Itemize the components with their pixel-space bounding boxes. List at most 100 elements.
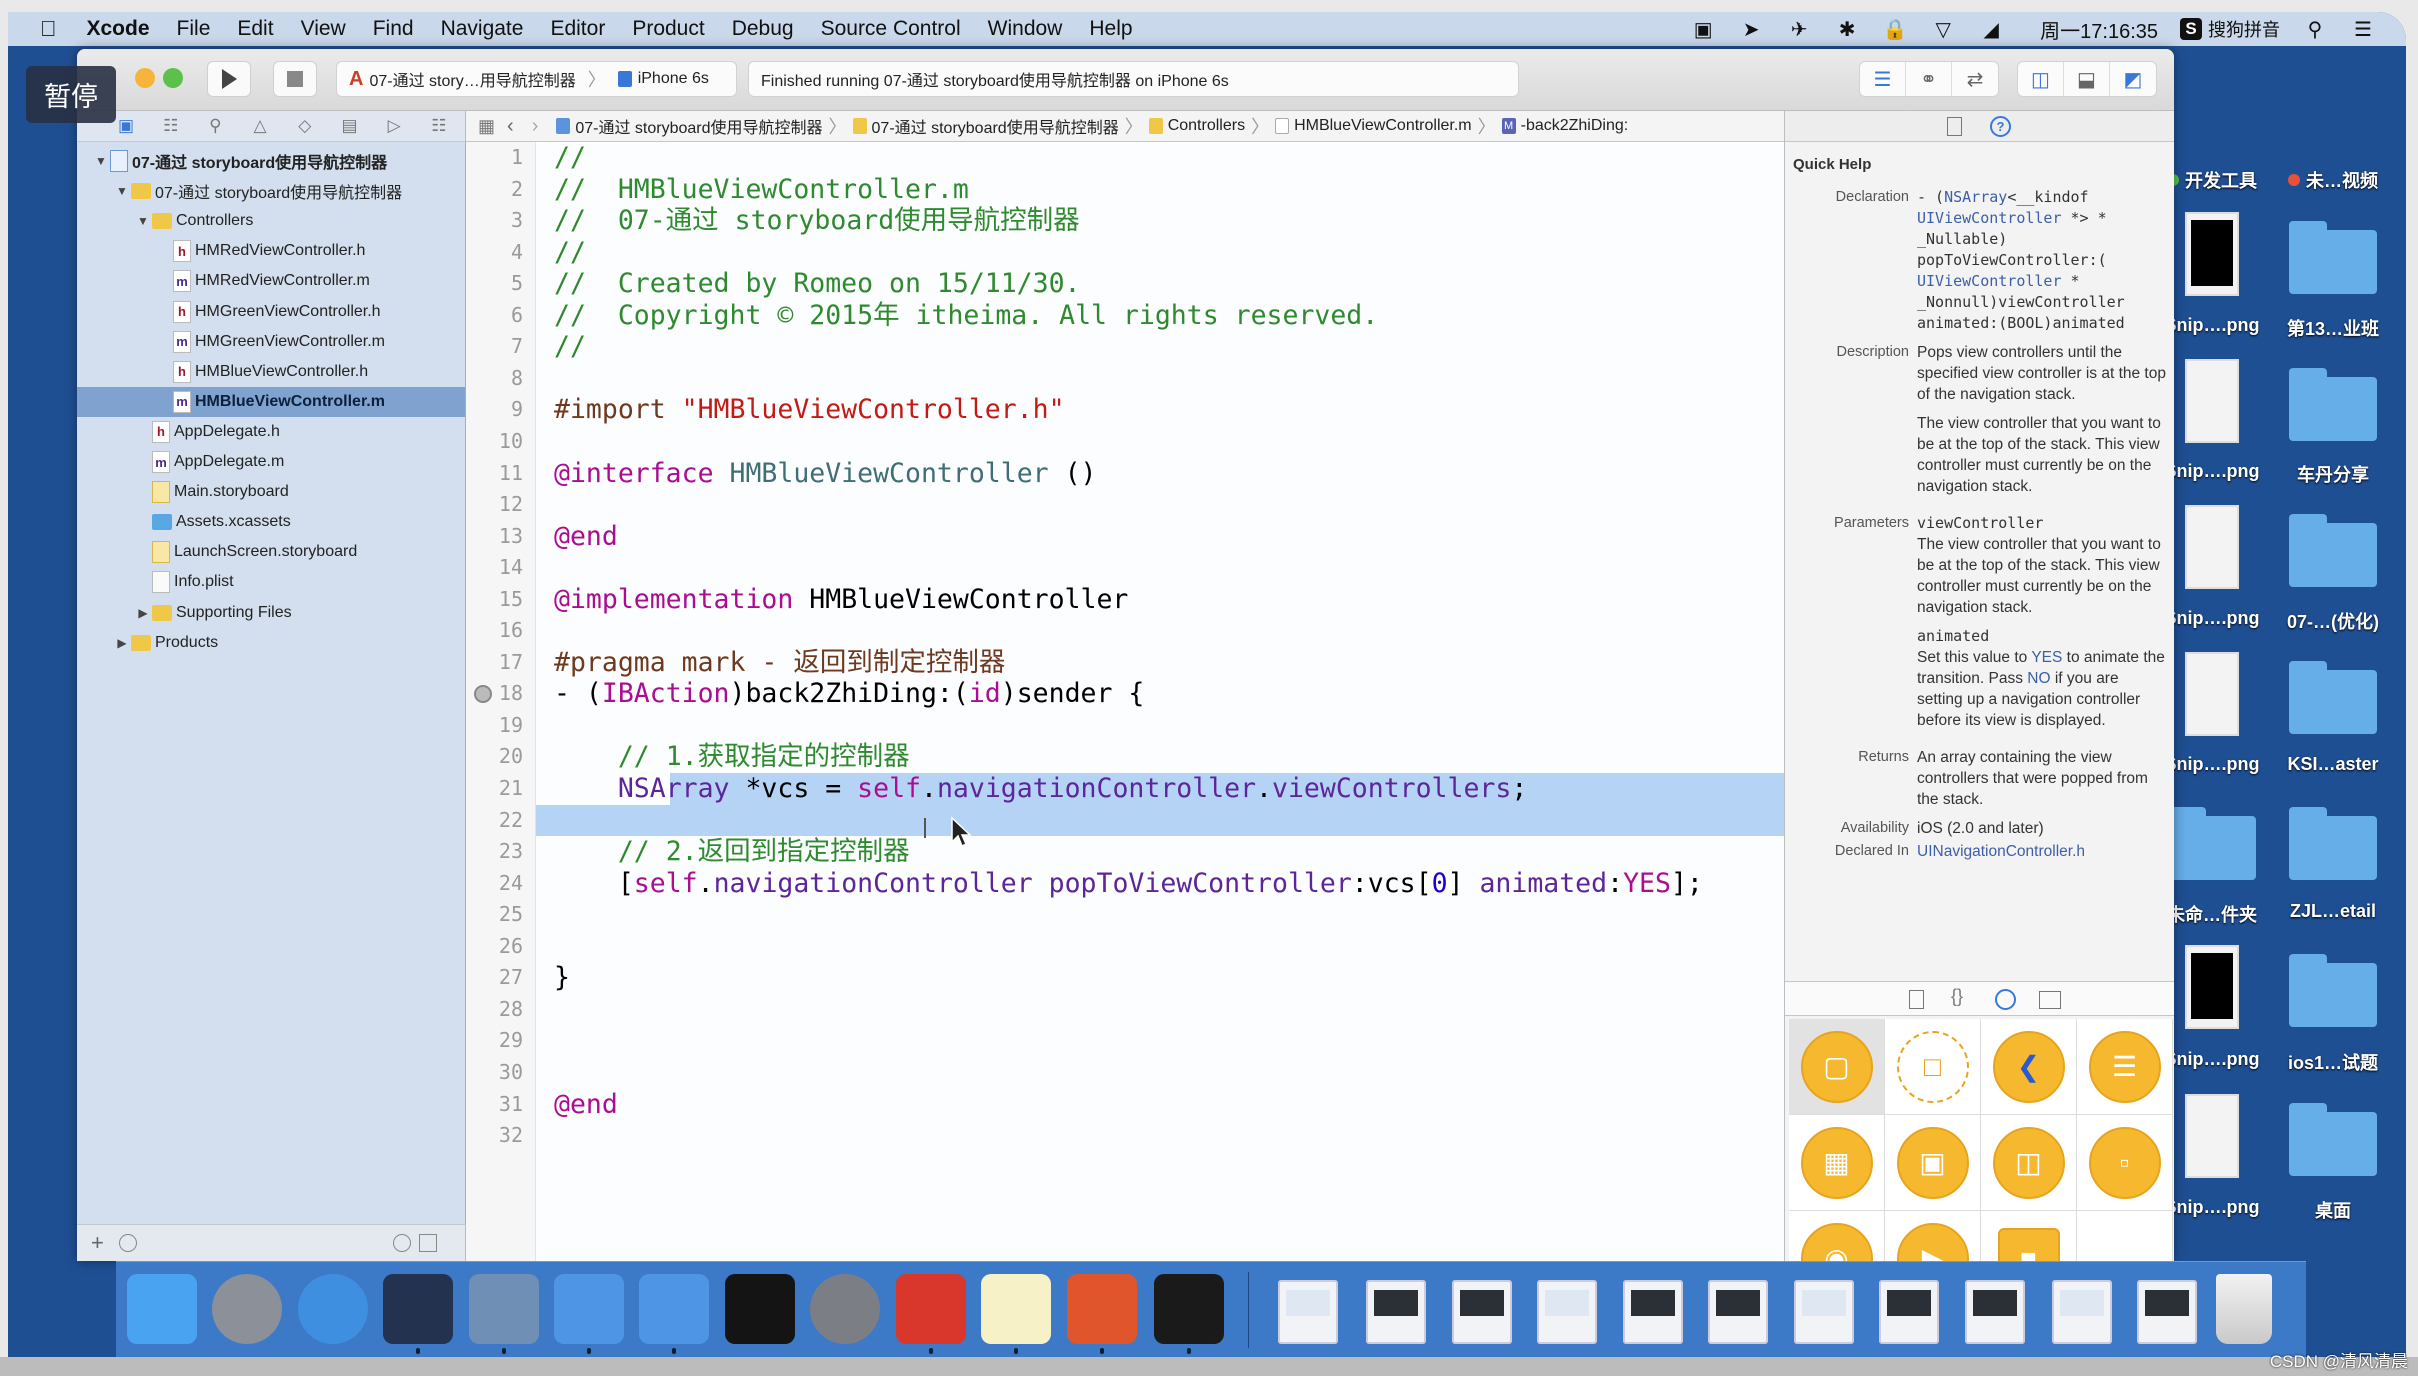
navigator-item[interactable]: h HMGreenViewController.h [77, 297, 465, 327]
location-icon[interactable]: ➤ [1738, 18, 1764, 41]
navigator-item[interactable]: Main.storyboard [77, 477, 465, 507]
find-navigator-icon[interactable]: ⚲ [204, 116, 226, 136]
disclosure-closed-icon[interactable]: ▶ [113, 636, 131, 650]
navigator-item[interactable]: m HMRedViewController.m [77, 266, 465, 296]
navigator-item[interactable]: h HMBlueViewController.h [77, 357, 465, 387]
input-method-menu[interactable]: S 搜狗拼音 [2180, 16, 2280, 42]
airplane-icon[interactable]: ✈ [1786, 18, 1812, 41]
screen-record-icon[interactable]: ▣ [1690, 18, 1716, 41]
library-item-view-controller[interactable]: ▢ [1789, 1019, 1885, 1115]
navigator-item[interactable]: m HMBlueViewController.m [77, 386, 465, 417]
menu-file[interactable]: File [177, 17, 211, 41]
navigator-item[interactable]: ▶ Supporting Files [77, 598, 465, 628]
breakpoint-navigator-icon[interactable]: ▷ [383, 116, 405, 136]
document-thumbnail[interactable] [1278, 1280, 1338, 1344]
notes-icon[interactable] [981, 1274, 1051, 1344]
apple-menu-icon[interactable]:  [40, 16, 57, 42]
navigator-item[interactable]: ▼ Controllers [77, 206, 465, 236]
breadcrumb-item[interactable]: 07-通过 storyboard使用导航控制器 [852, 114, 1119, 138]
menu-editor[interactable]: Editor [550, 17, 605, 41]
declaration-token[interactable]: UIViewController [1917, 272, 2062, 290]
symbol-navigator-icon[interactable]: ☷ [160, 116, 182, 136]
breadcrumb-item[interactable]: 07-通过 storyboard使用导航控制器 [556, 114, 823, 138]
report-navigator-icon[interactable]: ☷ [428, 116, 450, 136]
related-items-icon[interactable]: ▦ [478, 116, 495, 137]
standard-editor-icon[interactable]: ☰ [1860, 62, 1906, 96]
breadcrumb-item[interactable]: Controllers [1148, 117, 1245, 135]
document-thumbnail[interactable] [1452, 1280, 1512, 1344]
menu-source-control[interactable]: Source Control [821, 17, 961, 41]
debug-navigator-icon[interactable]: ▤ [339, 116, 361, 136]
code-line[interactable]: @end [554, 521, 618, 553]
object-library-icon[interactable] [1995, 989, 2016, 1010]
code-line[interactable]: // [554, 142, 586, 174]
scheme-selector[interactable]: A 07-通过 story…用导航控制器 〉 iPhone 6s [336, 61, 737, 97]
disclosure-open-icon[interactable]: ▼ [113, 184, 131, 198]
document-thumbnail[interactable] [2052, 1280, 2112, 1344]
declaration-token[interactable]: UIViewController [1917, 209, 2062, 227]
add-file-button[interactable]: + [91, 1230, 104, 1256]
pause-overlay[interactable]: 暂停 [26, 66, 116, 123]
terminal-icon[interactable] [725, 1274, 795, 1344]
document-thumbnail[interactable] [1537, 1280, 1597, 1344]
navigator-toggle-icon[interactable]: ◫ [2018, 62, 2064, 96]
breadcrumb-item[interactable]: M -back2ZhiDing: [1501, 117, 1628, 135]
code-line[interactable]: NSArray *vcs = self.navigationController… [554, 773, 1527, 805]
code-line[interactable]: // 1.获取指定的控制器 [554, 741, 910, 773]
library-item-page-view-controller[interactable]: ▫ [2077, 1115, 2173, 1211]
navigator-item[interactable]: Assets.xcassets [77, 507, 465, 537]
project-navigator-icon[interactable]: ▣ [115, 116, 137, 136]
instruments-icon[interactable] [639, 1274, 709, 1344]
scm-filter-icon[interactable] [419, 1234, 437, 1252]
mouse-app-icon[interactable] [383, 1274, 453, 1344]
menu-view[interactable]: View [301, 17, 346, 41]
utilities-toggle-icon[interactable]: ◩ [2110, 62, 2156, 96]
declared-in-link[interactable]: UINavigationController.h [1917, 841, 2166, 862]
code-snippet-icon[interactable]: {} [1951, 986, 1963, 1007]
library-item-split-view-controller[interactable]: ◫ [1981, 1115, 2077, 1211]
menu-help[interactable]: Help [1089, 17, 1132, 41]
bluetooth-icon[interactable]: ✱ [1834, 18, 1860, 41]
menu-product[interactable]: Product [632, 17, 704, 41]
library-item-navigation-controller[interactable]: ❮ [1981, 1019, 2077, 1115]
code-line[interactable]: // 2.返回到指定控制器 [554, 836, 910, 868]
desktop-tag[interactable]: 未…视频 [2273, 167, 2393, 193]
minimize-button[interactable] [135, 68, 155, 88]
powerpoint-icon[interactable] [1067, 1274, 1137, 1344]
code-line[interactable]: @implementation HMBlueViewController [554, 584, 1128, 616]
document-thumbnail[interactable] [1366, 1280, 1426, 1344]
disclosure-closed-icon[interactable]: ▶ [134, 606, 152, 620]
menu-edit[interactable]: Edit [237, 17, 273, 41]
navigator-item[interactable]: ▶ Products [77, 628, 465, 658]
code-line[interactable]: } [554, 962, 570, 994]
zoom-button[interactable] [163, 68, 183, 88]
version-editor-icon[interactable]: ⇄ [1952, 62, 1998, 96]
menu-debug[interactable]: Debug [732, 17, 794, 41]
document-thumbnail[interactable] [1879, 1280, 1939, 1344]
issue-navigator-icon[interactable]: △ [249, 116, 271, 136]
code-line[interactable]: // [554, 237, 586, 269]
code-line[interactable]: // Created by Romeo on 15/11/30. [554, 268, 1081, 300]
console-icon[interactable] [1154, 1274, 1224, 1344]
clock[interactable]: 周一17:16:35 [2040, 15, 2158, 44]
volume-icon[interactable]: ◢ [1978, 18, 2004, 41]
stop-button[interactable] [273, 61, 317, 97]
breadcrumb-item[interactable]: HMBlueViewController.m [1275, 117, 1472, 135]
library-item-tab-bar-controller[interactable]: ▣ [1885, 1115, 1981, 1211]
disclosure-open-icon[interactable]: ▼ [134, 214, 152, 228]
navigator-item[interactable]: h HMRedViewController.h [77, 236, 465, 266]
back-button[interactable]: ‹ [507, 115, 514, 138]
navigator-item[interactable]: ▼ 07-通过 storyboard使用导航控制器 [77, 146, 465, 176]
menu-find[interactable]: Find [373, 17, 414, 41]
library-item-label[interactable]: Label [2077, 1211, 2173, 1261]
assistant-editor-icon[interactable]: ⚭ [1906, 62, 1952, 96]
document-thumbnail[interactable] [1965, 1280, 2025, 1344]
library-item-object[interactable]: ■ [1981, 1211, 2077, 1261]
menu-navigate[interactable]: Navigate [441, 17, 524, 41]
library-item-av-player-view-controller[interactable]: ▶ [1885, 1211, 1981, 1261]
recent-files-icon[interactable] [393, 1234, 411, 1252]
finder-icon[interactable] [127, 1274, 197, 1344]
document-thumbnail[interactable] [2137, 1280, 2197, 1344]
file-inspector-icon[interactable] [1947, 117, 1962, 136]
code-line[interactable]: // 07-通过 storyboard使用导航控制器 [554, 205, 1080, 237]
